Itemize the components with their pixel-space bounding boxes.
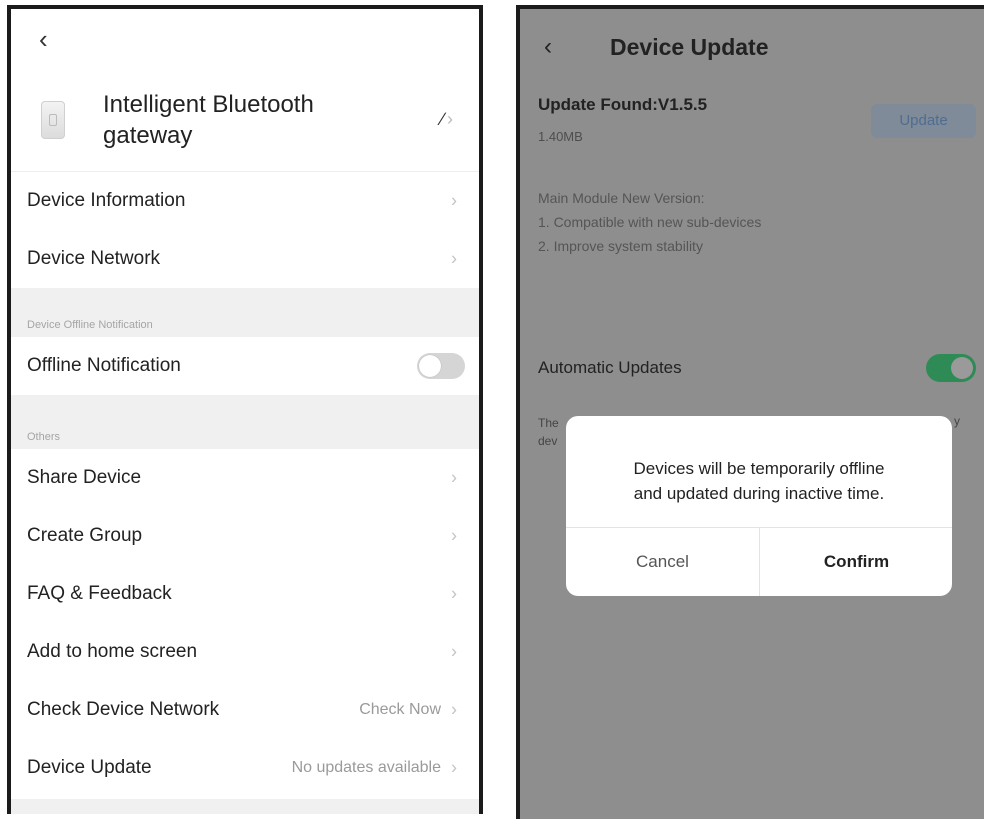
row-device-network[interactable]: Device Network › <box>11 230 479 288</box>
section-header-offline: Device Offline Notification <box>11 288 479 337</box>
row-add-to-home-screen[interactable]: Add to home screen › <box>11 623 479 681</box>
row-label: Create Group <box>27 525 143 546</box>
device-thumbnail <box>41 101 65 139</box>
description-line: The <box>538 416 559 430</box>
chevron-right-icon: › <box>451 190 457 211</box>
offline-notification-toggle[interactable] <box>417 353 465 379</box>
chevron-right-icon: › <box>451 467 457 488</box>
edit-pencil-icon[interactable]: ∕ › <box>441 109 453 130</box>
update-size: 1.40MB <box>538 129 583 144</box>
update-found-label: Update Found:V1.5.5 <box>538 95 708 114</box>
row-label: FAQ & Feedback <box>27 583 172 604</box>
row-label: Share Device <box>27 467 142 488</box>
device-header[interactable]: Intelligent Bluetooth gateway ∕ › <box>11 71 479 172</box>
automatic-updates-description: The dev <box>538 414 559 450</box>
back-chevron-icon[interactable]: ‹ <box>544 33 552 61</box>
row-share-device[interactable]: Share Device › <box>11 449 479 507</box>
bottom-spacer <box>11 799 479 814</box>
page-title: Device Update <box>610 34 769 60</box>
chevron-right-icon: › <box>451 641 457 662</box>
row-check-device-network[interactable]: Check Device Network Check Now › <box>11 681 479 739</box>
cancel-button[interactable]: Cancel <box>566 527 759 596</box>
dialog-message-line: Devices will be temporarily offline <box>633 459 885 478</box>
chevron-right-icon: › <box>451 525 457 546</box>
row-label: Device Update <box>27 757 152 778</box>
back-chevron-icon[interactable]: ‹ <box>39 26 48 52</box>
section-label: Device Offline Notification <box>27 319 153 331</box>
section-label: Others <box>27 431 61 443</box>
chevron-right-icon: › <box>447 109 453 129</box>
row-automatic-updates: Automatic Updates <box>520 339 984 397</box>
row-label: Add to home screen <box>27 641 198 662</box>
dialog-message: Devices will be temporarily offline and … <box>566 456 952 506</box>
chevron-right-icon: › <box>451 757 457 778</box>
row-create-group[interactable]: Create Group › <box>11 507 479 565</box>
row-faq-feedback[interactable]: FAQ & Feedback › <box>11 565 479 623</box>
release-note-line: 2. Improve system stability <box>538 238 703 254</box>
row-label: Device Information <box>27 190 186 211</box>
row-device-update[interactable]: Device Update No updates available › <box>11 739 479 797</box>
row-label: Automatic Updates <box>538 358 682 377</box>
row-device-information[interactable]: Device Information › <box>11 172 479 230</box>
chevron-right-icon: › <box>451 583 457 604</box>
row-label: Check Device Network <box>27 699 220 720</box>
release-note-line: 1. Compatible with new sub-devices <box>538 214 762 230</box>
update-status-value: No updates available <box>291 759 441 776</box>
chevron-right-icon: › <box>451 248 457 269</box>
description-tail: y <box>954 414 960 428</box>
row-label: Device Network <box>27 248 161 269</box>
description-line: dev <box>538 434 558 448</box>
device-update-screen: ‹ Device Update Update Found:V1.5.5 1.40… <box>516 5 984 819</box>
update-button[interactable]: Update <box>871 104 976 138</box>
chevron-right-icon: › <box>451 699 457 720</box>
confirm-dialog: Devices will be temporarily offline and … <box>566 416 952 596</box>
release-note-line: Main Module New Version: <box>538 190 705 206</box>
device-name: Intelligent Bluetooth gateway <box>103 91 314 149</box>
row-label: Offline Notification <box>27 355 181 376</box>
check-now-value: Check Now <box>359 701 441 718</box>
row-offline-notification: Offline Notification <box>11 337 479 395</box>
dialog-message-line: and updated during inactive time. <box>633 484 885 503</box>
device-settings-screen: ‹ Intelligent Bluetooth gateway ∕ › Devic… <box>7 5 483 814</box>
confirm-button[interactable]: Confirm <box>760 527 953 596</box>
automatic-updates-toggle[interactable] <box>926 354 976 382</box>
section-header-others: Others <box>11 395 479 449</box>
release-notes: Main Module New Version: 1. Compatible w… <box>538 186 761 258</box>
